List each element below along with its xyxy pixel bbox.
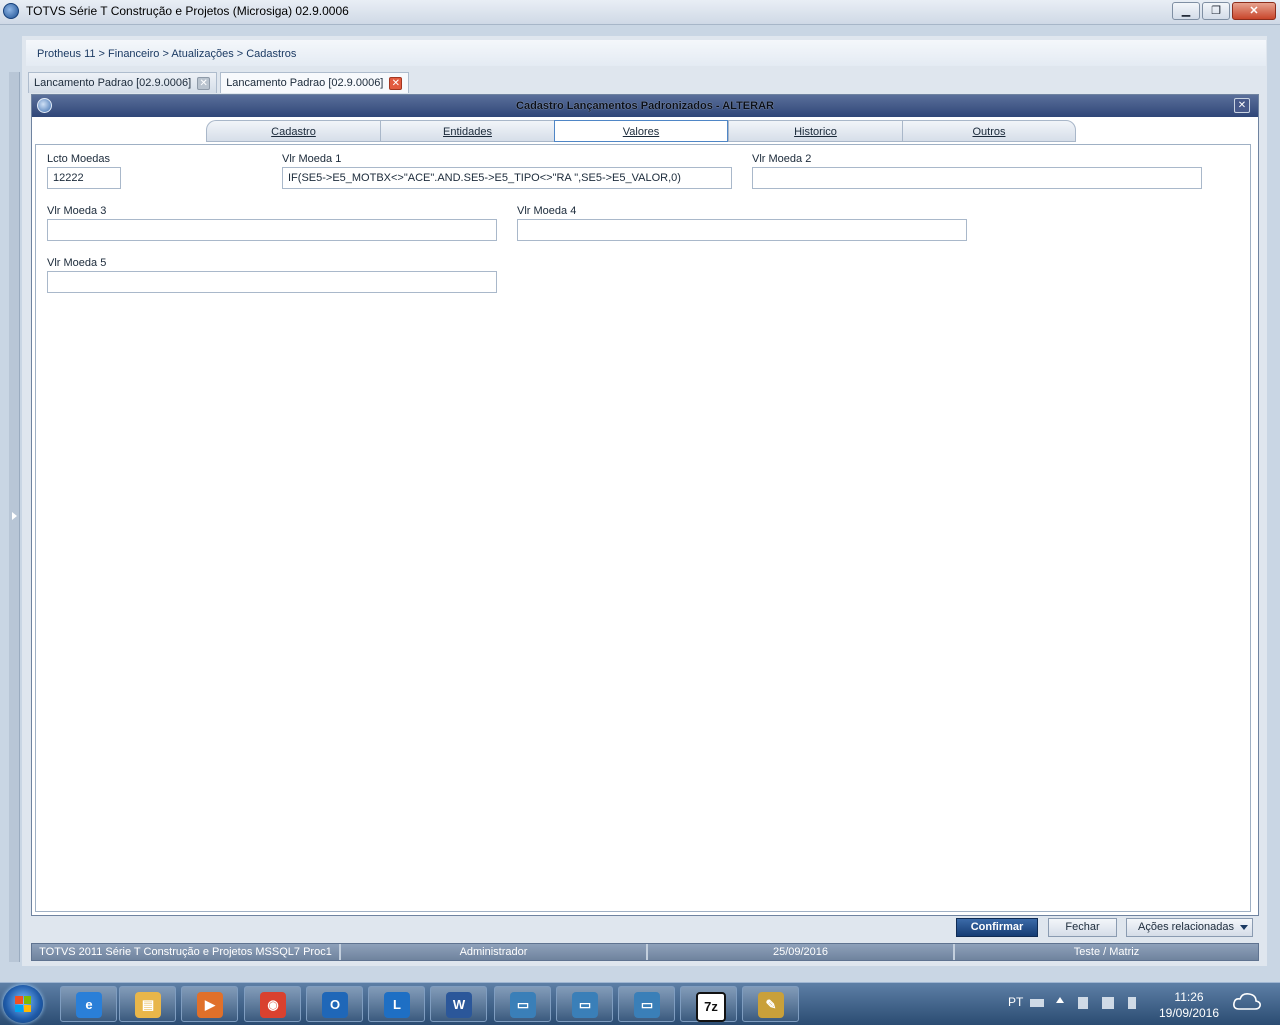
totvs-logo-icon	[3, 3, 19, 19]
clock[interactable]: 11:26 19/09/2016	[1150, 989, 1228, 1021]
word-icon: W	[446, 992, 472, 1018]
doc-tab-2[interactable]: Lancamento Padrao [02.9.0006] ✕	[220, 72, 410, 93]
taskbar-app-button[interactable]: O	[306, 986, 363, 1022]
media-player-icon: ▶	[197, 992, 223, 1018]
dialog-title: Cadastro Lançamentos Padronizados - ALTE…	[516, 100, 774, 112]
7zip-icon: 7z	[696, 992, 726, 1022]
vlr-moeda-5-input[interactable]	[47, 271, 497, 293]
chevron-down-icon	[1240, 925, 1248, 930]
close-icon[interactable]: ✕	[389, 76, 403, 90]
remote-desktop-icon: ▭	[510, 992, 536, 1018]
clock-time: 11:26	[1174, 990, 1204, 1004]
vlr-moeda-4-input[interactable]	[517, 219, 967, 241]
lcto-moedas-label: Lcto Moedas	[47, 153, 110, 165]
taskbar-app-button[interactable]: ▭	[494, 986, 551, 1022]
remote-desktop-icon: ▭	[572, 992, 598, 1018]
taskbar-app-button[interactable]: e	[60, 986, 117, 1022]
status-system: TOTVS 2011 Série T Construção e Projetos…	[32, 944, 341, 960]
vlr-moeda-3-input[interactable]	[47, 219, 497, 241]
keyboard-icon[interactable]	[1030, 999, 1044, 1007]
vlr-moeda-1-label: Vlr Moeda 1	[282, 153, 342, 165]
vlr-moeda-2-input[interactable]	[752, 167, 1202, 189]
internet-explorer-icon: e	[76, 992, 102, 1018]
taskbar-app-button[interactable]: ▤	[119, 986, 176, 1022]
tab-entidades[interactable]: Entidades	[380, 120, 554, 142]
tab-outros[interactable]: Outros	[902, 120, 1076, 142]
start-button[interactable]	[3, 985, 43, 1023]
taskbar-app-button[interactable]: 7z	[680, 986, 737, 1022]
taskbar-app-button[interactable]: ▶	[181, 986, 238, 1022]
minimize-button[interactable]: ▁	[1172, 2, 1200, 20]
dialog-title-bar: Cadastro Lançamentos Padronizados - ALTE…	[32, 95, 1258, 117]
system-tray: PT 11:26 19/09/2016	[1000, 983, 1280, 1025]
taskbar-app-button[interactable]: ✎	[742, 986, 799, 1022]
doc-tab-1[interactable]: Lancamento Padrao [02.9.0006] ✕	[28, 72, 218, 93]
vlr-moeda-4-label: Vlr Moeda 4	[517, 205, 577, 217]
related-actions-button[interactable]: Ações relacionadas	[1126, 918, 1253, 937]
lync-icon: L	[384, 992, 410, 1018]
window-close-button[interactable]: ✕	[1232, 2, 1276, 20]
taskbar: e ▤ ▶ ◉ O L W ▭ ▭ ▭ 7z ✎ PT 11:26 19/09/2016	[0, 982, 1280, 1025]
vlr-moeda-2-label: Vlr Moeda 2	[752, 153, 812, 165]
section-tabs: Cadastro Entidades Valores Historico Out…	[206, 120, 1076, 142]
tools-icon: ✎	[758, 992, 784, 1018]
confirm-button[interactable]: Confirmar	[956, 918, 1038, 937]
close-button[interactable]: Fechar	[1048, 918, 1117, 937]
show-hidden-icons-icon[interactable]	[1056, 997, 1064, 1003]
tab-cadastro[interactable]: Cadastro	[206, 120, 380, 142]
doc-tab-label: Lancamento Padrao [02.9.0006]	[34, 77, 192, 89]
breadcrumb: Protheus 11 > Financeiro > Atualizações …	[37, 48, 297, 60]
vlr-moeda-5-label: Vlr Moeda 5	[47, 257, 107, 269]
volume-icon[interactable]	[1128, 997, 1136, 1009]
chrome-icon: ◉	[260, 992, 286, 1018]
document-tabs: Lancamento Padrao [02.9.0006] ✕ Lancamen…	[28, 72, 410, 94]
status-date: 25/09/2016	[648, 944, 955, 960]
clock-date: 19/09/2016	[1158, 1006, 1220, 1020]
windows-logo-icon	[15, 996, 31, 1012]
form-panel	[35, 144, 1251, 912]
taskbar-app-button[interactable]: ◉	[244, 986, 301, 1022]
window-controls: ▁ ❐ ✕	[1172, 2, 1276, 20]
dialog-close-button[interactable]: ✕	[1234, 98, 1250, 113]
status-bar: TOTVS 2011 Série T Construção e Projetos…	[31, 943, 1259, 961]
taskbar-app-button[interactable]: L	[368, 986, 425, 1022]
taskbar-app-button[interactable]: ▭	[556, 986, 613, 1022]
lcto-moedas-input[interactable]: 12222	[47, 167, 121, 189]
vlr-moeda-1-input[interactable]: IF(SE5->E5_MOTBX<>"ACE".AND.SE5->E5_TIPO…	[282, 167, 732, 189]
taskbar-app-button[interactable]: ▭	[618, 986, 675, 1022]
outlook-icon: O	[322, 992, 348, 1018]
close-icon[interactable]: ✕	[197, 76, 211, 90]
taskbar-app-button[interactable]: W	[430, 986, 487, 1022]
doc-tab-label: Lancamento Padrao [02.9.0006]	[226, 77, 384, 89]
expand-arrow-icon[interactable]	[12, 512, 17, 520]
restore-button[interactable]: ❐	[1202, 2, 1230, 20]
status-user: Administrador	[341, 944, 648, 960]
window-title: TOTVS Série T Construção e Projetos (Mic…	[26, 4, 349, 18]
cloud-icon[interactable]	[1232, 991, 1262, 1013]
tab-valores[interactable]: Valores	[554, 120, 728, 142]
status-company: Teste / Matriz	[955, 944, 1258, 960]
remote-desktop-icon: ▭	[634, 992, 660, 1018]
network-icon[interactable]	[1102, 997, 1114, 1009]
vlr-moeda-3-label: Vlr Moeda 3	[47, 205, 107, 217]
related-actions-label: Ações relacionadas	[1138, 921, 1235, 933]
flag-icon[interactable]	[1078, 997, 1088, 1009]
language-indicator[interactable]: PT	[1008, 995, 1023, 1009]
tab-historico[interactable]: Historico	[728, 120, 902, 142]
file-explorer-icon: ▤	[135, 992, 161, 1018]
window-title-bar: TOTVS Série T Construção e Projetos (Mic…	[0, 0, 1280, 25]
